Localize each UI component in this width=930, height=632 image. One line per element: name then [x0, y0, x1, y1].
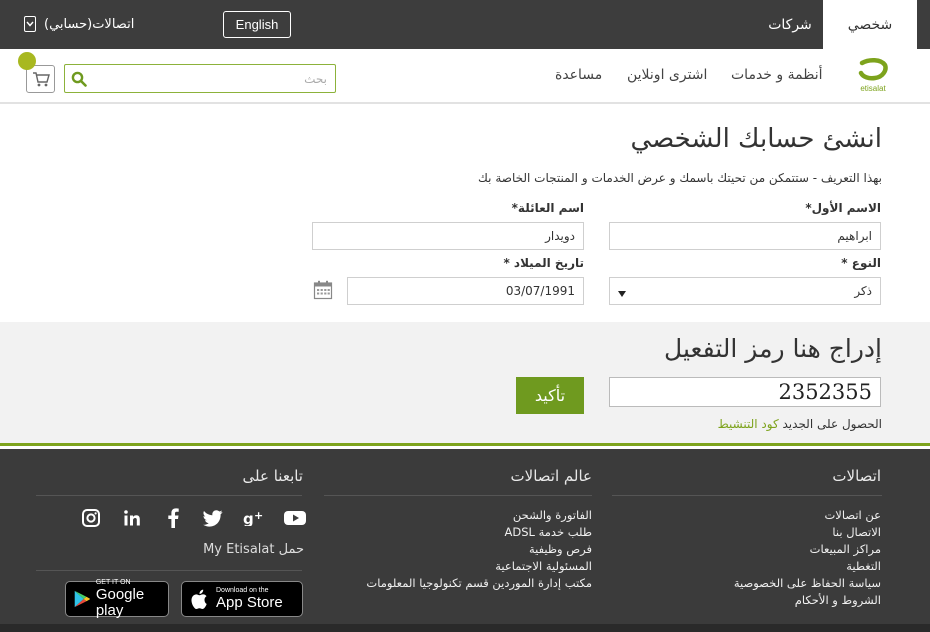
footer-divider: [36, 570, 302, 571]
linkedin-icon[interactable]: [121, 507, 143, 529]
account-menu[interactable]: اتصالات(حسابي): [24, 13, 134, 35]
etisalat-logo[interactable]: etisalat: [852, 57, 894, 99]
footer-link[interactable]: الفاتورة والشحن: [366, 507, 592, 524]
footer-divider: [324, 495, 592, 496]
account-label: اتصالات(حسابي): [44, 16, 135, 32]
page-description: بهذا التعريف - ستتمكن من تحيتك باسمك و ع…: [478, 171, 882, 185]
cart-icon: [32, 72, 50, 87]
gender-label: النوع *: [841, 256, 881, 270]
activation-code-field[interactable]: [609, 377, 881, 407]
english-button[interactable]: English: [223, 11, 291, 38]
app-store-button[interactable]: Download on the App Store: [181, 581, 303, 617]
dob-label: تاريخ الميلاد *: [503, 256, 584, 270]
dropdown-arrow-icon: [618, 282, 626, 301]
footer-link[interactable]: فرص وظيفية: [366, 541, 592, 558]
footer-divider: [36, 495, 302, 496]
search-icon[interactable]: [65, 65, 93, 92]
confirm-button[interactable]: تأكيد: [516, 377, 584, 414]
logo-text: etisalat: [860, 84, 886, 93]
main-header: etisalat أنظمة و خدمات اشترى اونلاين مسا…: [0, 49, 930, 104]
footer-link[interactable]: طلب خدمة ADSL: [366, 524, 592, 541]
footer-world-links: الفاتورة والشحن طلب خدمة ADSL فرص وظيفية…: [366, 507, 592, 592]
activation-help: الحصول على الجديد كود التنشيط: [718, 417, 882, 431]
footer-link[interactable]: سياسة الحفاظ على الخصوصية: [734, 575, 881, 592]
chevron-down-icon: [24, 16, 36, 32]
gender-value: ذكر: [854, 284, 872, 298]
footer: اتصالات عن اتصالات الاتصال بنا مراكز الم…: [0, 449, 930, 632]
search-box: [64, 64, 336, 93]
nav-buy-online[interactable]: اشترى اونلاين: [627, 67, 707, 83]
logo-icon: [858, 58, 888, 81]
google-play-big-text: Google play: [95, 586, 145, 619]
page-title: انشئ حسابك الشخصي: [630, 124, 882, 154]
google-play-button[interactable]: GET IT ON Google play: [65, 579, 169, 619]
last-name-field[interactable]: [312, 222, 584, 250]
last-name-label: اسم العائلة*: [511, 201, 584, 215]
activation-help-text: الحصول على الجديد: [782, 417, 883, 431]
search-input[interactable]: [93, 65, 335, 92]
social-links: g +: [80, 507, 306, 529]
my-etisalat-text: حمل My Etisalat: [203, 542, 304, 557]
apple-icon: [191, 589, 207, 609]
tab-business[interactable]: شركات: [760, 0, 820, 49]
tab-personal[interactable]: شخصي: [823, 0, 917, 49]
first-name-field[interactable]: [609, 222, 881, 250]
svg-text:+: +: [254, 510, 263, 522]
youtube-icon[interactable]: [283, 507, 306, 529]
nav-help[interactable]: مساعدة: [555, 67, 602, 83]
footer-link[interactable]: التغطية: [734, 558, 881, 575]
bottom-strip: [0, 624, 930, 632]
twitter-icon[interactable]: [202, 507, 224, 529]
gender-select[interactable]: ذكر: [609, 277, 881, 305]
footer-link[interactable]: الاتصال بنا: [734, 524, 881, 541]
calendar-icon[interactable]: [313, 280, 333, 300]
footer-etisalat-links: عن اتصالات الاتصال بنا مراكز المبيعات ال…: [734, 507, 881, 609]
footer-divider: [612, 495, 882, 496]
google-plus-icon[interactable]: g +: [243, 507, 265, 529]
instagram-icon[interactable]: [80, 507, 102, 529]
footer-etisalat-heading: اتصالات: [832, 467, 881, 485]
footer-link[interactable]: عن اتصالات: [734, 507, 881, 524]
footer-link[interactable]: مراكز المبيعات: [734, 541, 881, 558]
footer-link[interactable]: المسئولية الاجتماعية: [366, 558, 592, 575]
top-bar: شخصي شركات English اتصالات(حسابي): [0, 0, 930, 49]
dob-field[interactable]: [347, 277, 584, 305]
activation-title: إدراج هنا رمز التفعيل: [664, 334, 882, 363]
footer-follow-heading: تابعنا على: [242, 467, 303, 485]
footer-link[interactable]: الشروط و الأحكام: [734, 592, 881, 609]
cart-badge: [18, 52, 36, 70]
app-store-big-text: App Store: [216, 594, 283, 611]
footer-link[interactable]: مكتب إدارة الموردين قسم تكنولوجيا المعلو…: [366, 575, 592, 592]
svg-text:g: g: [243, 510, 254, 526]
first-name-label: الاسم الأول*: [805, 201, 881, 215]
activation-section: إدراج هنا رمز التفعيل تأكيد الحصول على ا…: [0, 322, 930, 446]
facebook-icon[interactable]: [162, 507, 184, 529]
nav-systems-services[interactable]: أنظمة و خدمات: [731, 67, 822, 83]
footer-world-heading: عالم اتصالات: [510, 467, 592, 485]
activation-code-link[interactable]: كود التنشيط: [718, 417, 779, 431]
google-play-icon: [74, 590, 91, 608]
